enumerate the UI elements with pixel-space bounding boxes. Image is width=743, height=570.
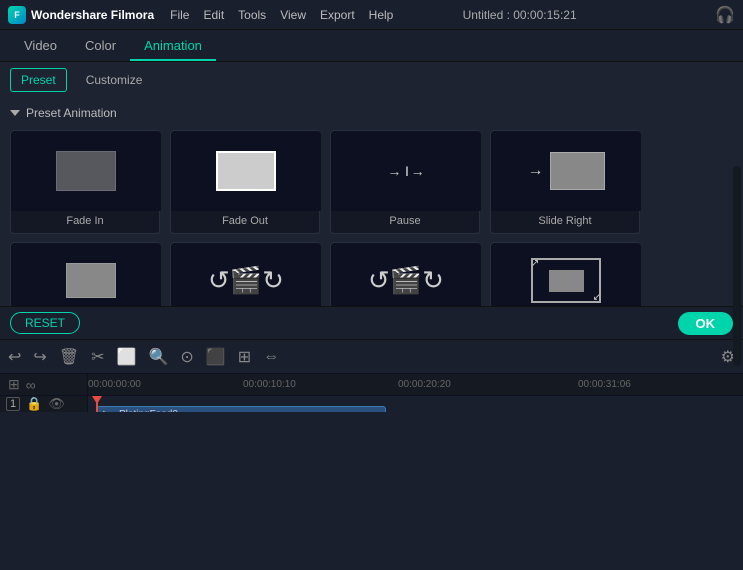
menu-export[interactable]: Export [320,8,355,22]
animation-card-row2-1[interactable] [10,242,160,306]
animation-card-row2-2[interactable]: ↺🎬↻ [170,242,320,306]
row2-1-rect [66,263,116,298]
track-content: ▶ PlatingFood2 [88,396,743,412]
slide-rect [550,152,605,190]
tab-bar: Video Color Animation [0,30,743,62]
animation-card-pause[interactable]: →||→ Pause [330,130,480,234]
expand-br: ↙ [593,292,601,303]
fade-out-rect [216,151,276,191]
subtab-customize[interactable]: Customize [75,68,154,92]
expand-tool-icon[interactable]: ⊞ [238,347,251,367]
anim-thumb-fade-in [11,131,161,211]
anim-label-slide-right: Slide Right [491,211,639,227]
animation-grid: Fade In Fade Out →||→ Pause [10,130,733,234]
app-logo: F Wondershare Filmora [8,6,154,24]
playhead-marker [92,396,102,404]
titlebar: F Wondershare Filmora File Edit Tools Vi… [0,0,743,30]
expand-inner-rect [549,270,584,292]
anim-thumb-row2-2: ↺🎬↻ [171,243,321,306]
expand-visual: ↗ ↙ [531,258,601,303]
menu-view[interactable]: View [280,8,306,22]
app-name: Wondershare Filmora [31,8,154,22]
time-2: 00:00:20:20 [398,379,451,390]
anim-label-fade-in: Fade In [11,211,159,227]
menubar: File Edit Tools View Export Help [170,8,393,22]
link-icon[interactable]: ∞ [26,377,36,393]
timeline-ruler-row: ⊞ ∞ 00:00:00:00 00:00:10:10 00:00:20:20 … [0,374,743,396]
ok-button[interactable]: OK [678,312,734,335]
animation-card-fade-out[interactable]: Fade Out [170,130,320,234]
toolbar: ↩ ↪ 🗑 ✂ ⬜ 🔍 ⊙ ⬛ ⊞ ⇔ ⚙ [0,340,743,374]
rotate-icon-2: ↺🎬↻ [368,265,444,296]
clip-label: PlatingFood2 [119,409,178,412]
add-track-icon[interactable]: ⊞ [8,376,20,393]
animation-card-slide-right[interactable]: → Slide Right [490,130,640,234]
tab-animation[interactable]: Animation [130,32,216,61]
headset-icon: 🎧 [715,5,735,25]
slide-arrow-icon: → [528,162,544,180]
animation-card-fade-in[interactable]: Fade In [10,130,160,234]
time-0: 00:00:00:00 [88,379,141,390]
time-1: 00:00:10:10 [243,379,296,390]
clip-play-icon: ▶ [103,409,111,412]
anim-thumb-fade-out [171,131,321,211]
animation-card-row2-4[interactable]: ↗ ↙ [490,242,640,306]
menu-edit[interactable]: Edit [203,8,224,22]
section-title: Preset Animation [26,106,117,120]
track-controls: 1 🔒 👁 [0,396,88,412]
adjust-icon[interactable]: ⇔ [263,348,279,366]
main-panel: Preset Animation Fade In Fade Out [0,98,743,306]
panel-scrollbar[interactable] [733,166,741,366]
slide-right-visual: → [528,152,605,190]
lock-icon[interactable]: 🔒 [26,396,42,412]
animation-panel: Preset Animation Fade In Fade Out [0,98,743,306]
redo-icon[interactable]: ↪ [33,347,46,367]
crop-icon[interactable]: ⬜ [117,347,137,367]
rotate-icon: ↺🎬↻ [208,265,284,296]
rotate-tool-icon[interactable]: ⊙ [180,347,193,367]
collapse-icon[interactable] [10,110,20,116]
menu-help[interactable]: Help [369,8,394,22]
timeline: ⊞ ∞ 00:00:00:00 00:00:10:10 00:00:20:20 … [0,374,743,412]
subtab-bar: Preset Customize [0,62,743,98]
reset-button[interactable]: RESET [10,312,80,334]
action-bar: RESET OK [0,306,743,340]
anim-label-pause: Pause [331,211,479,227]
track-icon-row: 1 🔒 👁 [6,396,81,412]
anim-thumb-row2-4: ↗ ↙ [491,243,641,306]
time-ruler: 00:00:00:00 00:00:10:10 00:00:20:20 00:0… [88,374,743,395]
track-number: 1 [6,397,20,411]
subtab-preset[interactable]: Preset [10,68,67,92]
track-rows: 1 🔒 👁 ▶ PlatingFood2 [0,396,743,412]
time-3: 00:00:31:06 [578,379,631,390]
expand-tl: ↗ [531,258,539,269]
anim-thumb-row2-1 [11,243,161,306]
tab-color[interactable]: Color [71,32,130,61]
anim-label-fade-out: Fade Out [171,211,319,227]
section-header: Preset Animation [10,106,733,120]
undo-icon[interactable]: ↩ [8,347,21,367]
tab-video[interactable]: Video [10,32,71,61]
anim-thumb-pause: →||→ [331,131,481,211]
delete-icon[interactable]: 🗑 [59,347,79,367]
menu-file[interactable]: File [170,8,189,22]
menu-tools[interactable]: Tools [238,8,266,22]
anim-thumb-row2-3: ↺🎬↻ [331,243,481,306]
visibility-icon[interactable]: 👁 [48,396,65,412]
zoom-icon[interactable]: 🔍 [148,347,168,367]
pause-arrows-icon: →||→ [387,163,424,179]
logo-icon: F [8,6,26,24]
ruler-ticks [88,391,743,395]
timeline-controls-header: ⊞ ∞ [0,374,88,395]
cut-icon[interactable]: ✂ [91,347,104,367]
project-title: Untitled : 00:00:15:21 [463,8,577,22]
row2-1-visual [56,263,116,298]
fade-in-rect [56,151,116,191]
anim-thumb-slide-right: → [491,131,641,211]
animation-grid-row2: ↺🎬↻ ↺🎬↻ ↗ ↙ [10,242,733,306]
overlay-icon[interactable]: ⬛ [206,347,226,367]
video-clip[interactable]: ▶ PlatingFood2 [96,406,386,412]
animation-card-row2-3[interactable]: ↺🎬↻ [330,242,480,306]
